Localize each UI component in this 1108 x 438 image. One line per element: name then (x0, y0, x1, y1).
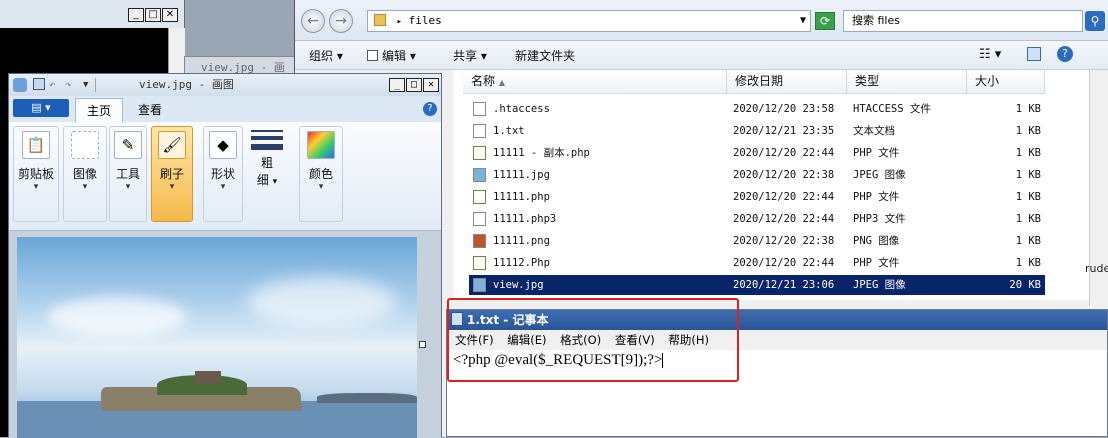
file-list: 名称 ▲ 修改日期 类型 大小 .htaccess 2020/12/20 23:5… (453, 70, 1089, 300)
partial-text: rude (1085, 262, 1108, 275)
organize-button[interactable]: 组织 ▾ (309, 47, 343, 64)
resize-handle[interactable] (419, 341, 426, 348)
chevron-down-icon: ▾ (125, 182, 131, 192)
address-path: files (408, 14, 442, 27)
address-bar[interactable]: ▸ files ▼ (367, 10, 811, 32)
file-row[interactable]: 11111 - 副本.php 2020/12/20 22:44 PHP 文件 1 KB (469, 143, 1045, 163)
close-button[interactable]: ✕ (162, 8, 178, 22)
separator (95, 78, 96, 92)
colors-group[interactable]: 颜色 ▾ (299, 126, 343, 222)
search-icon[interactable]: ⚲ (1085, 11, 1105, 31)
file-row[interactable]: .htaccess 2020/12/20 23:58 HTACCESS 文件 1 KB (469, 99, 1045, 119)
file-row[interactable]: 11111.png 2020/12/20 22:38 PNG 图像 1 KB (469, 231, 1045, 251)
tools-icon: ✎ (114, 131, 142, 159)
clipboard-group[interactable]: 📋 剪贴板 ▾ (13, 126, 59, 222)
command-bar: 组织 ▾ 编辑 ▾ 共享 ▾ 新建文件夹 ☷ ▾ ? (295, 41, 1108, 70)
column-header-date[interactable]: 修改日期 (727, 70, 847, 94)
redo-icon[interactable]: ↷ (65, 74, 72, 96)
highlight-box (447, 298, 739, 382)
chevron-down-icon: ▾ (272, 177, 278, 187)
minimize-button[interactable]: _ (389, 78, 405, 92)
background-window-titlebar: _ □ ✕ (0, 0, 184, 28)
file-row[interactable]: 11111.php3 2020/12/20 22:44 PHP3 文件 1 KB (469, 209, 1045, 229)
brush-icon: 🖌 (158, 131, 186, 159)
php-file-icon (473, 146, 486, 160)
file-icon (473, 102, 486, 116)
image-file-icon (473, 168, 486, 182)
chevron-down-icon: ▾ (33, 182, 39, 192)
search-input[interactable]: 搜索 files (843, 10, 1083, 32)
paint-window: ↶ ↷ ▼ view.jpg - 画图 _ □ ✕ ▤ ▾ 主页 查看 ? 📋 … (8, 73, 442, 438)
tab-view[interactable]: 查看 (127, 98, 173, 122)
chevron-down-icon: ▾ (169, 182, 175, 192)
file-row[interactable]: 11112.Php 2020/12/20 22:44 PHP 文件 1 KB (469, 253, 1045, 273)
column-header-type[interactable]: 类型 (847, 70, 967, 94)
folder-icon (374, 14, 386, 26)
navigation-bar: ← → ▸ files ▼ ⟳ 搜索 files ⚲ (295, 0, 1108, 41)
tab-home[interactable]: 主页 (75, 98, 123, 122)
refresh-icon[interactable]: ⟳ (815, 12, 835, 30)
paint-window-controls: _ □ ✕ (389, 78, 439, 92)
text-file-icon (473, 124, 486, 138)
line-width-group[interactable]: 粗 细 ▾ (247, 126, 287, 222)
share-button[interactable]: 共享 ▾ (453, 47, 487, 64)
png-file-icon (473, 234, 486, 248)
canvas-image[interactable] (17, 237, 417, 438)
ribbon-home: 📋 剪贴板 ▾ 图像 ▾ ✎ 工具 ▾ 🖌 刷子 ▾ ◆ 形状 ▾ 粗 细 ▾ … (9, 122, 441, 231)
image-group[interactable]: 图像 ▾ (63, 126, 107, 222)
paint-titlebar: ↶ ↷ ▼ view.jpg - 画图 _ □ ✕ (9, 74, 441, 96)
help-icon[interactable]: ? (1057, 46, 1073, 62)
minimize-button[interactable]: _ (128, 8, 144, 22)
file-row[interactable]: 1.txt 2020/12/21 23:35 文本文档 1 KB (469, 121, 1045, 141)
forward-button[interactable]: → (329, 9, 353, 33)
quick-access-dropdown-icon[interactable]: ▼ (83, 74, 88, 96)
view-options-icon[interactable]: ☷ ▾ (979, 47, 1001, 62)
save-icon[interactable] (33, 78, 45, 90)
file-row-selected[interactable]: view.jpg 2020/12/21 23:06 JPEG 图像 20 KB (469, 275, 1045, 295)
close-button[interactable]: ✕ (423, 78, 439, 92)
maximize-button[interactable]: □ (145, 8, 161, 22)
application-menu-button[interactable]: ▤ ▾ (13, 99, 69, 117)
edit-button[interactable]: 编辑 ▾ (367, 47, 416, 64)
maximize-button[interactable]: □ (406, 78, 422, 92)
canvas-area (9, 231, 441, 438)
tools-group[interactable]: ✎ 工具 ▾ (109, 126, 147, 222)
breadcrumb-arrow-icon[interactable]: ▸ (397, 17, 402, 27)
file-row[interactable]: 11111.jpg 2020/12/20 22:38 JPEG 图像 1 KB (469, 165, 1045, 185)
chevron-down-icon: ▾ (220, 182, 226, 192)
edit-icon (367, 50, 378, 61)
brush-group[interactable]: 🖌 刷子 ▾ (151, 126, 193, 222)
line-width-icon (251, 130, 283, 150)
chevron-down-icon: ▾ (82, 182, 88, 192)
ribbon-tabs: ▤ ▾ 主页 查看 ? (9, 96, 441, 123)
image-file-icon (473, 278, 486, 292)
back-button[interactable]: ← (301, 9, 325, 33)
file-icon (473, 212, 486, 226)
image-icon (71, 131, 99, 159)
chevron-down-icon[interactable]: ▼ (800, 11, 806, 31)
column-header-name[interactable]: 名称 ▲ (463, 70, 727, 94)
column-header-size[interactable]: 大小 (967, 70, 1045, 94)
file-row[interactable]: 11111.php 2020/12/20 22:44 PHP 文件 1 KB (469, 187, 1045, 207)
php-file-icon (473, 190, 486, 204)
chevron-down-icon: ▾ (318, 182, 324, 192)
shapes-group[interactable]: ◆ 形状 ▾ (203, 126, 243, 222)
sort-ascending-icon: ▲ (498, 78, 505, 87)
clipboard-icon: 📋 (22, 131, 50, 159)
help-icon[interactable]: ? (423, 102, 437, 116)
paint-app-icon (13, 78, 27, 92)
background-window-controls: _ □ ✕ (128, 8, 178, 22)
shapes-icon: ◆ (209, 131, 237, 159)
new-folder-button[interactable]: 新建文件夹 (515, 47, 575, 64)
preview-pane-icon[interactable] (1027, 47, 1041, 61)
undo-icon[interactable]: ↶ (49, 74, 56, 96)
php-file-icon (473, 256, 486, 270)
paint-title: view.jpg - 画图 (139, 78, 234, 91)
colors-icon (307, 131, 335, 159)
